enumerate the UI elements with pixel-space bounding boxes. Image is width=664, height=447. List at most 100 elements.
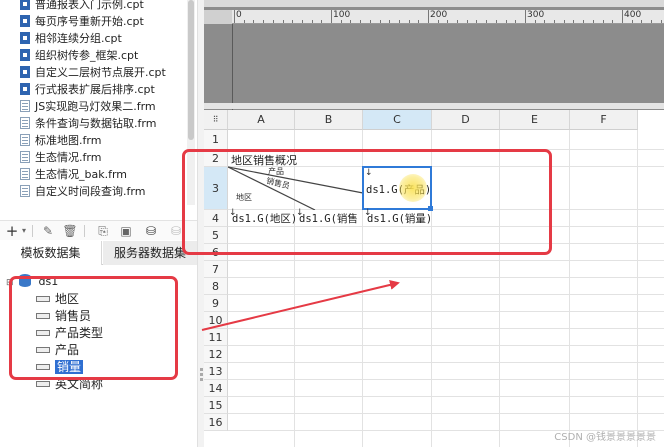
ruler-minor-tick	[409, 20, 410, 23]
toolbar-divider	[84, 225, 85, 237]
dataset-tabs: 模板数据集 服务器数据集	[0, 241, 197, 265]
row-header-13[interactable]: 13	[204, 363, 228, 380]
template-file-list: 普通报表入门示例.cpt 每页序号重新开始.cpt 相邻连续分组.cpt 组织树传参_…	[0, 0, 190, 205]
row-header-7[interactable]: 7	[204, 261, 228, 278]
file-name: 生态情况.frm	[35, 151, 102, 164]
delete-icon[interactable]: 🗑	[62, 224, 78, 238]
file-name: JS实现跑马灯效果二.frm	[35, 100, 156, 113]
ruler-minor-tick	[612, 20, 613, 23]
column-header-a[interactable]: A	[228, 110, 295, 130]
row-header-8[interactable]: 8	[204, 278, 228, 295]
report-file-icon	[20, 49, 30, 61]
report-file-icon	[20, 66, 30, 78]
dataset-toolbar: + ▾ ✎ 🗑 ⎘ ▣ ⛁ ⛁	[0, 220, 197, 240]
ruler-minor-tick	[457, 20, 458, 23]
file-item[interactable]: 每页序号重新开始.cpt	[20, 13, 144, 30]
ruler-minor-tick	[661, 20, 662, 23]
splitter-grip	[200, 368, 203, 371]
horizontal-ruler: 0 100 200 300 400	[232, 10, 664, 24]
file-item[interactable]: 相邻连续分组.cpt	[20, 30, 122, 47]
file-item[interactable]: JS实现跑马灯效果二.frm	[20, 98, 156, 115]
form-file-icon	[20, 151, 30, 163]
file-item[interactable]: 生态情况.frm	[20, 149, 101, 166]
ruler-minor-tick	[283, 20, 284, 23]
ruler-minor-tick	[253, 20, 254, 23]
watermark: CSDN @钱景景景景景	[554, 432, 656, 443]
row-header-10[interactable]: 10	[204, 312, 228, 329]
file-item[interactable]: 自定义时间段查询.frm	[20, 183, 145, 200]
file-name: 每页序号重新开始.cpt	[35, 15, 144, 28]
annotation-box-fields	[9, 276, 178, 380]
ruler-minor-tick	[603, 20, 604, 23]
edit-icon[interactable]: ✎	[40, 224, 56, 238]
file-item[interactable]: 条件查询与数据钻取.frm	[20, 115, 156, 132]
splitter-grip	[200, 378, 203, 381]
row-header-9[interactable]: 9	[204, 295, 228, 312]
file-item[interactable]: 行式报表扩展后排序.cpt	[20, 81, 155, 98]
grid-line	[228, 413, 664, 414]
form-file-icon	[20, 168, 30, 180]
ruler-minor-tick	[632, 20, 633, 23]
column-header-c[interactable]: C	[363, 110, 432, 130]
sheet-corner[interactable]: ⠿	[204, 110, 228, 130]
row-header-14[interactable]: 14	[204, 380, 228, 397]
ruler-minor-tick	[447, 20, 448, 23]
ruler-minor-tick	[515, 20, 516, 23]
dropdown-arrow-icon[interactable]: ▾	[16, 224, 32, 238]
file-item[interactable]: 生态情况_bak.frm	[20, 166, 127, 183]
left-panel: 普通报表入门示例.cpt 每页序号重新开始.cpt 相邻连续分组.cpt 组织树传参_…	[0, 0, 197, 447]
ruler-minor-tick	[312, 20, 313, 23]
ruler-minor-tick	[583, 20, 584, 23]
report-file-icon	[20, 0, 30, 10]
ruler-minor-tick	[350, 20, 351, 23]
ruler-minor-tick	[292, 20, 293, 23]
grid-line	[228, 260, 664, 261]
grid-line	[228, 277, 664, 278]
ruler-minor-tick	[331, 20, 332, 23]
column-header-e[interactable]: E	[500, 110, 570, 130]
file-item[interactable]: 普通报表入门示例.cpt	[20, 0, 144, 13]
file-name: 标准地图.frm	[35, 134, 102, 147]
copy-icon[interactable]: ▣	[118, 224, 134, 238]
grid-line	[228, 311, 664, 312]
column-header-f[interactable]: F	[570, 110, 638, 130]
column-header-b[interactable]: B	[295, 110, 363, 130]
file-item[interactable]: 标准地图.frm	[20, 132, 101, 149]
form-file-icon	[20, 100, 30, 112]
preview-icon[interactable]: ⎘	[95, 224, 111, 238]
ruler-minor-tick	[428, 20, 429, 23]
ruler-minor-tick	[370, 20, 371, 23]
ruler-minor-tick	[438, 20, 439, 23]
ruler-minor-tick	[544, 20, 545, 23]
ruler-minor-tick	[302, 20, 303, 23]
ruler-minor-tick	[506, 20, 507, 23]
ruler-label: 0	[236, 10, 242, 20]
file-item[interactable]: 组织树传参_框架.cpt	[20, 47, 138, 64]
file-name: 相邻连续分组.cpt	[35, 32, 122, 45]
row-header-12[interactable]: 12	[204, 346, 228, 363]
ruler-minor-tick	[244, 20, 245, 23]
ruler-minor-tick	[341, 20, 342, 23]
annotation-box-cells	[182, 149, 552, 255]
ruler-minor-tick	[321, 20, 322, 23]
row-header-11[interactable]: 11	[204, 329, 228, 346]
file-name: 生态情况_bak.frm	[35, 168, 128, 181]
grid-line	[228, 362, 664, 363]
file-item[interactable]: 自定义二层树节点展开.cpt	[20, 64, 166, 81]
column-header-d[interactable]: D	[432, 110, 500, 130]
database-icon[interactable]: ⛁	[143, 224, 159, 238]
ruler-minor-tick	[389, 20, 390, 23]
row-header-15[interactable]: 15	[204, 397, 228, 414]
row-header-16[interactable]: 16	[204, 414, 228, 431]
ruler-minor-tick	[380, 20, 381, 23]
ruler-minor-tick	[467, 20, 468, 23]
ruler-minor-tick	[496, 20, 497, 23]
ruler-origin-line	[232, 24, 233, 110]
ruler-minor-tick	[263, 20, 264, 23]
file-name: 普通报表入门示例.cpt	[35, 0, 144, 11]
ruler-minor-tick	[651, 20, 652, 23]
tab-template-dataset[interactable]: 模板数据集	[0, 241, 102, 265]
row-header-1[interactable]: 1	[204, 130, 228, 150]
scrollbar-thumb[interactable]	[188, 0, 194, 140]
report-file-icon	[20, 32, 30, 44]
